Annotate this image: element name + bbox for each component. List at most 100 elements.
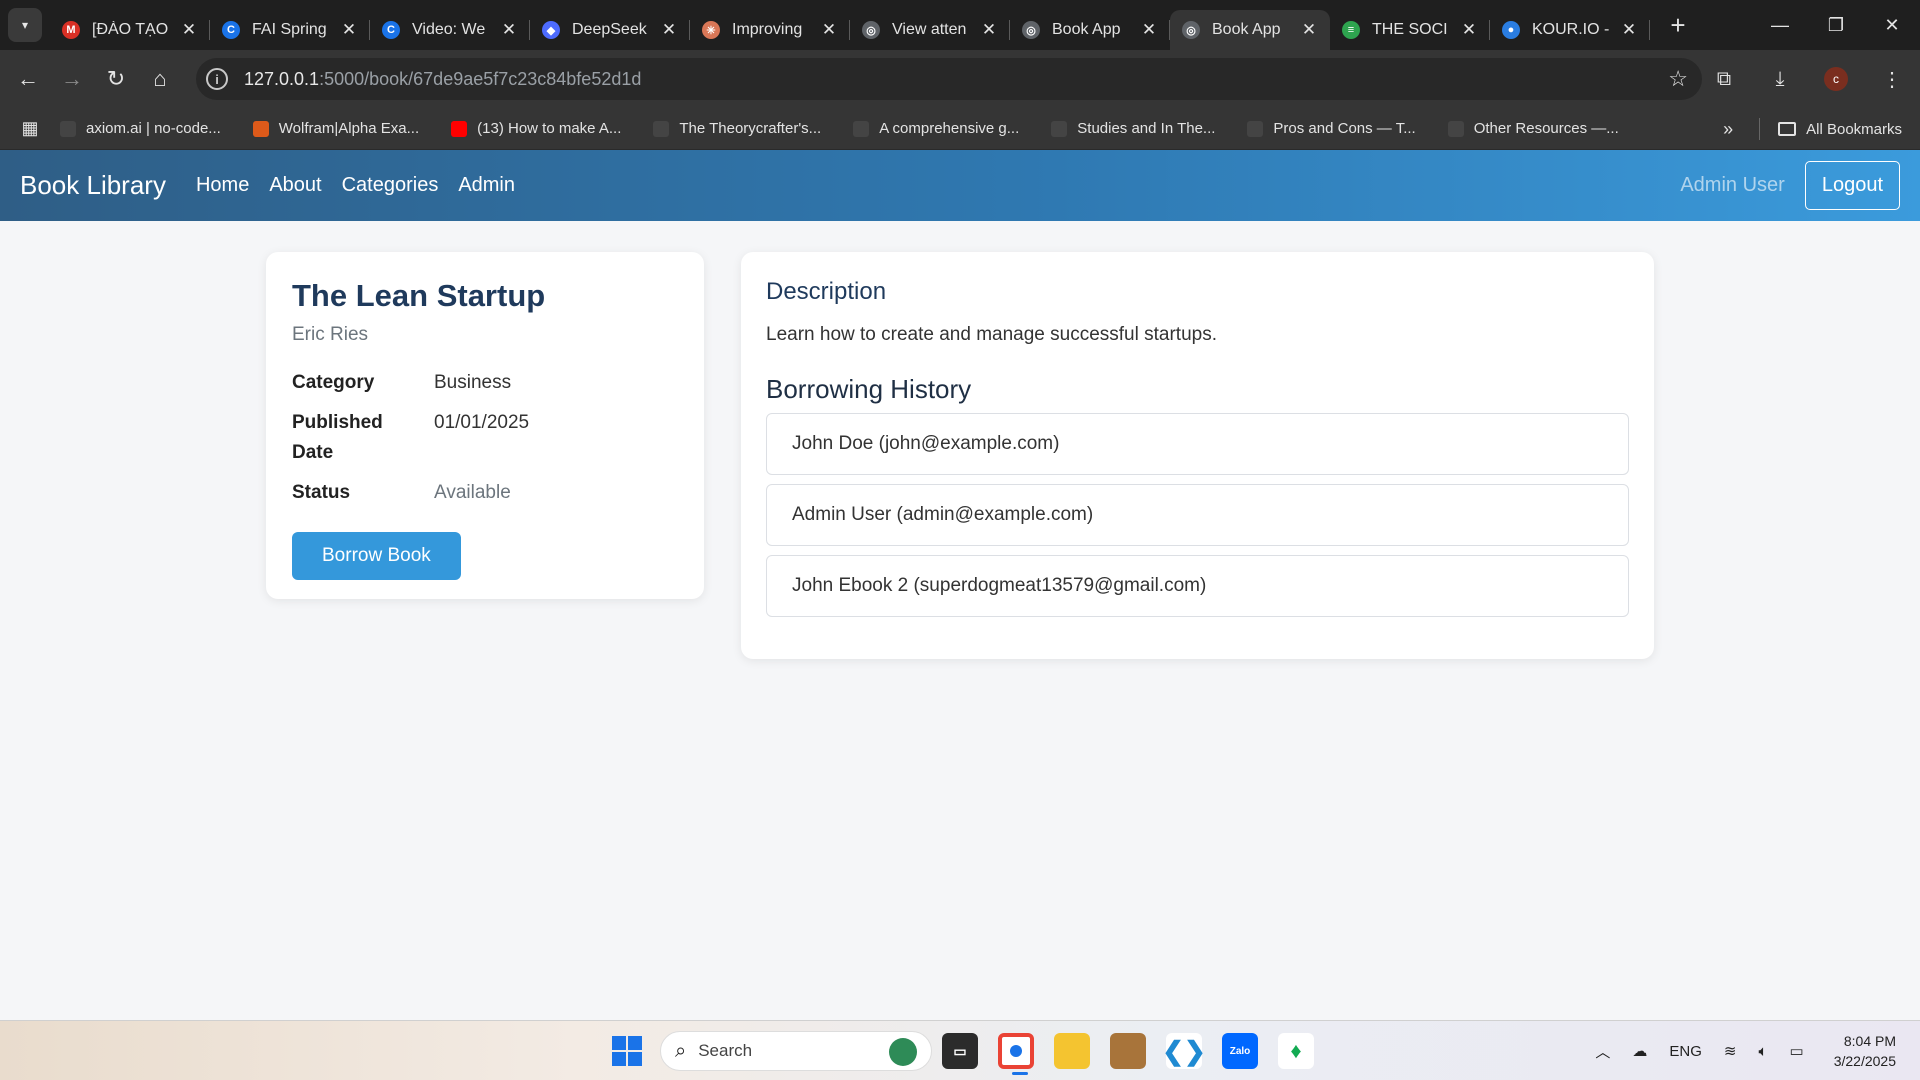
- tab-close-icon[interactable]: ✕: [180, 20, 198, 40]
- tab-close-icon[interactable]: ✕: [1620, 20, 1638, 40]
- tab-close-icon[interactable]: ✕: [1140, 20, 1158, 40]
- tab-title: [ĐÀO TẠO: [92, 21, 169, 38]
- chrome-icon[interactable]: [998, 1033, 1034, 1075]
- bookmark-favicon-icon: [853, 120, 870, 137]
- mongodb-icon[interactable]: ♦: [1278, 1033, 1314, 1069]
- bookmark-favicon-icon: [60, 120, 76, 137]
- borrowing-history-list: John Doe (john@example.com) Admin User (…: [766, 413, 1629, 617]
- bookmarks-right: » All Bookmarks: [1723, 108, 1902, 150]
- borrow-book-button[interactable]: Borrow Book: [292, 532, 461, 580]
- browser-tab[interactable]: M [ĐÀO TẠO ✕: [50, 10, 210, 50]
- more-bookmarks-icon[interactable]: »: [1723, 119, 1733, 140]
- nav-about[interactable]: About: [269, 174, 321, 197]
- browser-tab[interactable]: C FAI Spring ✕: [210, 10, 370, 50]
- status-label: Status: [292, 482, 351, 503]
- reload-icon[interactable]: ↻: [94, 57, 138, 101]
- nav-admin[interactable]: Admin: [458, 174, 515, 197]
- browser-menu-icon[interactable]: ⋮: [1864, 67, 1920, 92]
- nav-categories[interactable]: Categories: [342, 174, 439, 197]
- bookmark-favicon-icon: [1447, 120, 1464, 137]
- browser-tab[interactable]: ◆ DeepSeek ✕: [530, 10, 690, 50]
- browser-tab[interactable]: ≡ THE SOCI ✕: [1330, 10, 1490, 50]
- globe-icon: ◎: [862, 21, 880, 39]
- zalo-icon[interactable]: Zalo: [1222, 1033, 1258, 1069]
- clock[interactable]: 8:04 PM 3/22/2025: [1834, 1031, 1896, 1071]
- gmail-icon: M: [62, 21, 80, 39]
- book-details-card: Description Learn how to create and mana…: [741, 252, 1654, 659]
- vscode-icon[interactable]: ❮❯: [1162, 1033, 1206, 1069]
- tab-title: DeepSeek: [572, 21, 647, 38]
- browser-tab[interactable]: ● KOUR.IO - ✕: [1490, 10, 1650, 50]
- nav-home[interactable]: Home: [196, 174, 249, 197]
- restore-icon[interactable]: ❐: [1808, 0, 1864, 50]
- tab-search-menu-icon[interactable]: ▾: [8, 8, 42, 42]
- c-icon: C: [382, 21, 400, 39]
- description-text: Learn how to create and manage successfu…: [766, 324, 1217, 345]
- site-brand[interactable]: Book Library: [20, 170, 166, 201]
- taskbar-search[interactable]: ⌕ Search: [660, 1031, 932, 1071]
- browser-tab[interactable]: ◎ Book App ✕: [1170, 10, 1330, 50]
- tab-close-icon[interactable]: ✕: [1300, 20, 1318, 40]
- wifi-icon[interactable]: ≋: [1724, 1042, 1737, 1060]
- bookmark-item[interactable]: Studies and In The...: [1051, 120, 1215, 137]
- browser-tab-bar: ▾ M [ĐÀO TẠO ✕ C FAI Spring ✕ C Video: We ✕ ◆ Deep…: [0, 0, 1920, 50]
- browser-tab[interactable]: C Video: We ✕: [370, 10, 530, 50]
- bookmark-item[interactable]: axiom.ai | no-code...: [60, 120, 221, 137]
- download-icon[interactable]: ⤓: [1752, 68, 1808, 91]
- volume-muted-icon[interactable]: 🔈︎: [1759, 1043, 1768, 1060]
- bookmark-favicon-icon: [653, 120, 670, 137]
- windows-start-icon[interactable]: [612, 1036, 642, 1066]
- bookmark-item[interactable]: Other Resources —...: [1447, 120, 1619, 137]
- site-info-icon[interactable]: i: [206, 68, 228, 90]
- bookmark-item[interactable]: Wolfram|Alpha Exa...: [252, 120, 419, 137]
- home-icon[interactable]: ⌂: [138, 57, 182, 101]
- tab-close-icon[interactable]: ✕: [1460, 20, 1478, 40]
- bookmark-item[interactable]: (13) How to make A...: [451, 120, 621, 137]
- bookmark-item[interactable]: A comprehensive g...: [853, 120, 1019, 137]
- task-view-icon[interactable]: ▭: [942, 1033, 978, 1069]
- tab-close-icon[interactable]: ✕: [980, 20, 998, 40]
- browser-tab[interactable]: ✳ Improving ✕: [690, 10, 850, 50]
- bookmark-item[interactable]: The Theorycrafter's...: [653, 120, 821, 137]
- back-arrow-icon[interactable]: ←: [6, 57, 50, 101]
- tab-close-icon[interactable]: ✕: [500, 20, 518, 40]
- forward-arrow-icon[interactable]: →: [50, 57, 94, 101]
- minimize-icon[interactable]: —: [1752, 0, 1808, 50]
- address-bar[interactable]: i 127.0.0.1:5000/book/67de9ae5f7c23c84bf…: [196, 58, 1702, 100]
- url-text[interactable]: 127.0.0.1:5000/book/67de9ae5f7c23c84bfe5…: [244, 69, 641, 90]
- book-info-card: The Lean Startup Eric Ries Category Busi…: [266, 252, 704, 599]
- address-toolbar: ← → ↻ ⌂ i 127.0.0.1:5000/book/67de9ae5f7…: [0, 50, 1920, 108]
- extensions-icon[interactable]: ⧉: [1696, 68, 1752, 91]
- app-portrait-icon[interactable]: [1110, 1033, 1146, 1069]
- tray-chevron-icon[interactable]: ︿: [1595, 1041, 1610, 1062]
- language-indicator[interactable]: ENG: [1669, 1043, 1702, 1060]
- tab-close-icon[interactable]: ✕: [340, 20, 358, 40]
- all-bookmarks-link[interactable]: All Bookmarks: [1806, 121, 1902, 138]
- bookmark-star-icon[interactable]: ☆: [1668, 66, 1688, 92]
- list-item: John Ebook 2 (superdogmeat13579@gmail.co…: [766, 555, 1629, 617]
- tab-title: Book App: [1052, 21, 1121, 38]
- file-explorer-icon[interactable]: [1054, 1033, 1090, 1069]
- profile-avatar[interactable]: c: [1808, 67, 1864, 91]
- close-window-icon[interactable]: ✕: [1864, 0, 1920, 50]
- bookmark-label: Pros and Cons — T...: [1273, 120, 1416, 137]
- site-nav-links: Home About Categories Admin: [196, 174, 535, 197]
- bookmark-label: (13) How to make A...: [477, 120, 622, 137]
- browser-tab[interactable]: ◎ Book App ✕: [1010, 10, 1170, 50]
- bookmark-divider: [1759, 118, 1761, 140]
- new-tab-icon[interactable]: +: [1664, 10, 1692, 41]
- apps-grid-icon[interactable]: ▦: [0, 118, 60, 139]
- tab-close-icon[interactable]: ✕: [660, 20, 678, 40]
- status-value: Available: [434, 482, 511, 503]
- battery-icon[interactable]: ▭: [1790, 1042, 1804, 1060]
- browser-tab[interactable]: ◎ View atten ✕: [850, 10, 1010, 50]
- bookmark-favicon-icon: [1247, 120, 1264, 137]
- toolbar-actions: ⧉ ⤓ c ⋮: [1696, 50, 1920, 108]
- logout-button[interactable]: Logout: [1804, 161, 1900, 210]
- bookmark-favicon-icon: [451, 120, 468, 137]
- onedrive-icon[interactable]: ☁: [1632, 1042, 1647, 1060]
- bookmark-item[interactable]: Pros and Cons — T...: [1247, 120, 1416, 137]
- tab-close-icon[interactable]: ✕: [820, 20, 838, 40]
- bookmark-label: A comprehensive g...: [879, 120, 1020, 137]
- windows-taskbar: ⌕ Search ▭ ❮❯ Zalo ♦ ︿ ☁ ENG ≋ 🔈︎ ▭ 8:04…: [0, 1020, 1920, 1080]
